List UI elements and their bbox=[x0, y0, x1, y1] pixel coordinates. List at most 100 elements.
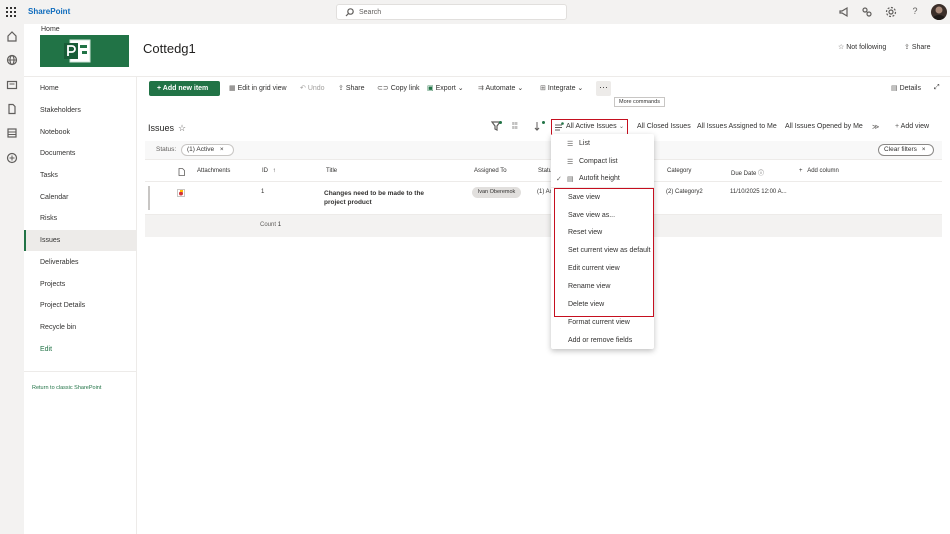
share-icon: ⇪ bbox=[904, 44, 910, 51]
nav-item-notebook[interactable]: Notebook bbox=[24, 122, 136, 143]
avatar[interactable] bbox=[931, 4, 947, 20]
follow-button[interactable]: ☆ Not following bbox=[838, 43, 886, 51]
add-new-item-button[interactable]: + Add new item bbox=[149, 81, 220, 96]
add-view-label: Add view bbox=[900, 123, 930, 130]
file-type-icon bbox=[178, 168, 185, 176]
details-button[interactable]: ▤ Details bbox=[891, 84, 921, 92]
cell-id: 1 bbox=[261, 189, 265, 195]
add-column-label: Add column bbox=[807, 168, 839, 174]
status-filter-value: (1) Active bbox=[187, 146, 215, 153]
status-filter-label: Status: bbox=[156, 146, 177, 153]
nav-item-home[interactable]: Home bbox=[24, 78, 136, 99]
add-column-button[interactable]: + Add column bbox=[799, 168, 839, 174]
add-new-label: Add new item bbox=[162, 85, 209, 92]
return-to-classic-link[interactable]: Return to classic SharePoint bbox=[32, 385, 101, 391]
share-app-icon[interactable] bbox=[861, 6, 873, 18]
current-view-label: All Active Issues bbox=[566, 123, 617, 130]
sort-icon[interactable] bbox=[534, 121, 545, 131]
home-icon[interactable] bbox=[6, 30, 18, 42]
cell-title-link[interactable]: Changes need to be made to the project p… bbox=[324, 189, 442, 207]
cell-due-date: 11/10/2025 12:00 A... bbox=[730, 189, 787, 195]
app-launcher-icon[interactable] bbox=[5, 6, 17, 18]
nav-item-calendar[interactable]: Calendar bbox=[24, 187, 136, 208]
search-input[interactable]: Search bbox=[336, 4, 567, 20]
app-rail bbox=[0, 24, 24, 534]
expand-icon[interactable]: ⤢ bbox=[934, 84, 940, 92]
copy-link-label: Copy link bbox=[390, 85, 420, 92]
column-category[interactable]: Category bbox=[667, 168, 691, 174]
grid-icon: ▦ bbox=[229, 85, 236, 92]
compact-list-icon: ☰ bbox=[567, 159, 574, 166]
undo-button[interactable]: ↶ Undo bbox=[300, 84, 325, 92]
share-label: Share bbox=[911, 44, 931, 51]
plus-icon: + bbox=[799, 168, 803, 174]
close-icon[interactable]: × bbox=[220, 146, 224, 153]
nav-edit-link[interactable]: Edit bbox=[24, 339, 136, 360]
add-view-button[interactable]: + Add view bbox=[895, 123, 929, 130]
filter-icon[interactable] bbox=[491, 121, 502, 131]
cell-category: (2) Category2 bbox=[666, 189, 703, 195]
nav-item-projects[interactable]: Projects bbox=[24, 274, 136, 295]
site-logo[interactable] bbox=[40, 35, 129, 67]
news-icon[interactable] bbox=[6, 79, 18, 91]
status-filter-pill[interactable]: (1) Active × bbox=[181, 144, 234, 156]
menu-item-format-view[interactable]: Format current view bbox=[568, 319, 630, 326]
favorite-star-icon[interactable]: ☆ bbox=[178, 123, 186, 134]
view-icon bbox=[554, 122, 564, 132]
column-attachments[interactable]: Attachments bbox=[197, 168, 230, 174]
column-due-date[interactable]: Due Date ⓘ bbox=[731, 168, 764, 177]
column-assigned-to[interactable]: Assigned To bbox=[474, 168, 507, 174]
megaphone-icon[interactable] bbox=[838, 6, 850, 18]
plus-icon: + bbox=[895, 123, 900, 130]
more-commands-button[interactable]: ··· bbox=[596, 81, 611, 96]
clear-filters-label: Clear filters bbox=[884, 146, 917, 153]
copy-link-button[interactable]: ⊂⊃ Copy link bbox=[377, 84, 419, 92]
count-value: 1 bbox=[277, 222, 282, 228]
details-icon: ▤ bbox=[891, 85, 898, 92]
assignee-persona[interactable]: Ivan Oberemok bbox=[472, 187, 521, 198]
item-count: Count 1 bbox=[260, 222, 281, 228]
nav-item-stakeholders[interactable]: Stakeholders bbox=[24, 100, 136, 121]
filter-bar bbox=[145, 141, 942, 160]
export-button[interactable]: ▣ Export ⌄ bbox=[427, 84, 464, 92]
nav-item-issues[interactable]: Issues bbox=[24, 230, 136, 251]
star-icon: ☆ bbox=[838, 44, 845, 51]
nav-item-documents[interactable]: Documents bbox=[24, 143, 136, 164]
column-id[interactable]: ID ↑ bbox=[262, 168, 276, 174]
view-tab-closed[interactable]: All Closed Issues bbox=[637, 123, 691, 130]
nav-item-tasks[interactable]: Tasks bbox=[24, 165, 136, 186]
breadcrumb-home[interactable]: Home bbox=[41, 26, 60, 33]
edit-grid-view-button[interactable]: ▦ Edit in grid view bbox=[229, 84, 287, 92]
list-icon[interactable] bbox=[6, 127, 18, 139]
site-share-button[interactable]: ⇪ Share bbox=[904, 43, 931, 51]
nav-divider bbox=[24, 371, 136, 372]
column-title[interactable]: Title bbox=[326, 168, 337, 174]
view-tab-assigned[interactable]: All Issues Assigned to Me bbox=[697, 123, 777, 130]
menu-item-add-remove-fields[interactable]: Add or remove fields bbox=[568, 337, 632, 344]
clear-filters-button[interactable]: Clear filters × bbox=[878, 144, 934, 156]
column-due-date-label: Due Date bbox=[731, 171, 757, 177]
rows-per-page-icon[interactable]: ≡≡ ≡≡ bbox=[512, 122, 518, 131]
table-row[interactable] bbox=[145, 183, 942, 215]
help-icon[interactable]: ? bbox=[909, 6, 921, 18]
gear-icon[interactable] bbox=[885, 6, 897, 18]
more-views-icon[interactable]: ≫ bbox=[872, 123, 879, 131]
close-icon: × bbox=[921, 146, 926, 153]
follow-label: Not following bbox=[846, 44, 887, 51]
row-selection-bar bbox=[148, 186, 150, 210]
automate-button[interactable]: ⇉ Automate ⌄ bbox=[478, 84, 523, 92]
nav-item-recycle-bin[interactable]: Recycle bin bbox=[24, 317, 136, 338]
nav-item-project-details[interactable]: Project Details bbox=[24, 295, 136, 316]
integrate-button[interactable]: ⊞ Integrate ⌄ bbox=[540, 84, 583, 92]
nav-item-deliverables[interactable]: Deliverables bbox=[24, 252, 136, 273]
sharepoint-brand-link[interactable]: SharePoint bbox=[28, 7, 70, 16]
details-label: Details bbox=[899, 85, 921, 92]
nav-item-risks[interactable]: Risks bbox=[24, 208, 136, 229]
info-icon: ⓘ bbox=[758, 171, 765, 177]
share-button[interactable]: ⇪ Share bbox=[338, 84, 365, 92]
globe-icon[interactable] bbox=[6, 54, 18, 66]
link-icon: ⊂⊃ bbox=[377, 85, 389, 92]
file-icon[interactable] bbox=[6, 103, 18, 115]
add-circle-icon[interactable] bbox=[6, 152, 18, 164]
view-tab-opened[interactable]: All Issues Opened by Me bbox=[785, 123, 863, 130]
